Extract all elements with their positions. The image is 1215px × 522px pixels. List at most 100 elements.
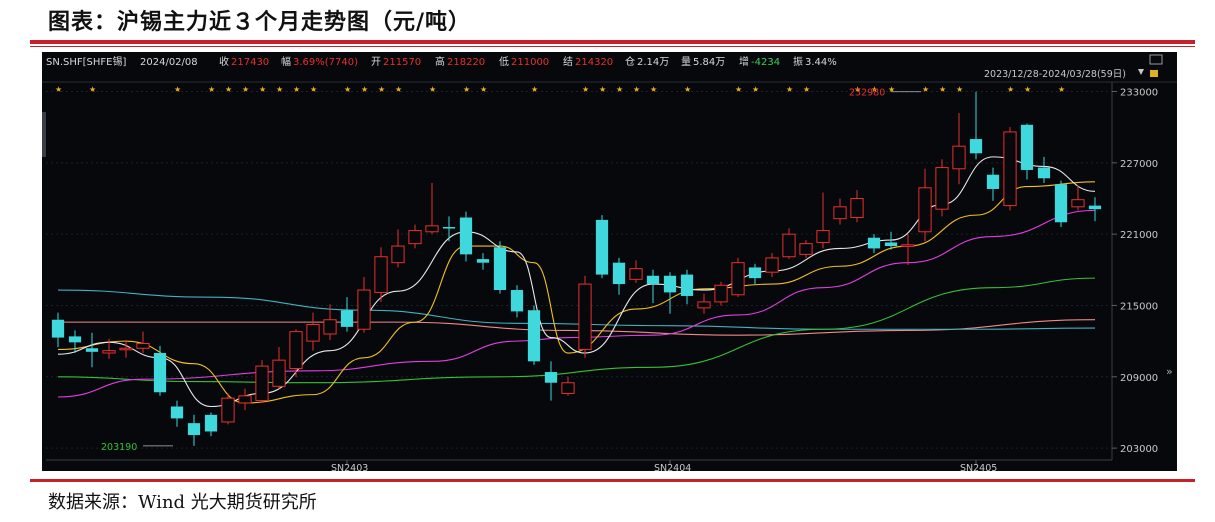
low-value: 211000 [511,57,549,68]
candle-body-down [68,336,82,343]
event-star: ★ [378,85,385,94]
candle-body-up [238,395,252,404]
candle-body-down [884,242,898,247]
candle-body-down [442,227,456,229]
event-star: ★ [208,85,215,94]
candle-body-down [1037,167,1051,179]
svg-text:幅: 幅 [281,55,291,68]
candle [969,91,983,160]
range-dropdown-icon[interactable] [1138,69,1144,75]
candle-body-up [374,256,388,293]
svg-text:收: 收 [219,55,229,68]
candle-body-up [952,145,966,170]
candle-body-down [459,217,473,255]
candle-body-down [527,310,541,362]
candle [51,312,65,348]
candle-body-up [578,283,592,350]
candle [646,269,660,304]
x-tick-label: SN2405 [960,463,997,471]
event-star: ★ [1024,85,1031,94]
svg-text:振: 振 [793,55,803,68]
candle-body-down [986,174,1000,189]
event-star: ★ [480,85,487,94]
ma-line-ma120 [58,319,1096,336]
candle [782,228,796,260]
candle-body-up [901,244,915,247]
candle-body-down [1088,205,1102,210]
settle-value: 214320 [575,57,613,68]
candle-body-up [306,323,320,342]
candles [51,91,1102,446]
candle [153,345,167,396]
candle-body-up [272,359,286,387]
date-range[interactable]: 2023/12/28-2024/03/28(59日) [984,69,1126,80]
event-star: ★ [616,85,623,94]
candle [765,253,779,277]
candle [595,215,609,279]
candle [799,240,813,258]
lock-icon[interactable] [1150,70,1158,77]
candle [663,272,677,314]
svg-text:结: 结 [563,55,573,68]
candle-body-up [697,301,711,309]
candle [493,241,507,294]
event-star: ★ [888,85,895,94]
candle-body-up [391,245,405,264]
date-label: 2024/02/08 [140,57,198,68]
title-rule-thin [30,46,1195,47]
candle-body-down [187,423,201,436]
candle-body-down [340,310,354,327]
candle [561,376,575,396]
candle [85,332,99,368]
candle [833,198,847,225]
candle-body-up [629,268,643,280]
open-value: 211570 [383,57,421,68]
candlestick-chart[interactable]: SN.SHF[SHFE锡] 2024/02/08 收 217430 幅 3.69… [42,52,1177,474]
candle-body-down [51,319,65,338]
event-star: ★ [633,85,640,94]
candle-body-down [1020,124,1034,170]
candle [340,297,354,332]
candle [1088,197,1102,222]
candle-body-down [204,414,218,432]
event-star: ★ [786,85,793,94]
y-tick-label: 203000 [1120,444,1158,455]
high-value: 218220 [447,57,485,68]
svg-text:量: 量 [681,56,691,68]
candle [816,192,830,249]
candle [1054,180,1068,228]
candle [476,253,490,270]
event-star: ★ [344,85,351,94]
candle-body-up [408,230,422,245]
event-star: ★ [293,85,300,94]
event-star: ★ [395,85,402,94]
event-star: ★ [582,85,589,94]
ma-line-ma20 [57,209,1096,398]
window-icon[interactable] [1149,54,1163,65]
event-star: ★ [650,85,657,94]
candle-body-up [935,167,949,210]
info-bar: SN.SHF[SHFE锡] 2024/02/08 收 217430 幅 3.69… [46,55,837,68]
oi-value: 2.14万 [637,57,669,68]
left-scroll-handle[interactable] [42,112,46,157]
candle-body-up [731,262,745,296]
candle [578,275,592,358]
event-star: ★ [429,85,436,94]
candle [289,329,303,377]
expand-right-icon[interactable]: » [1166,365,1173,378]
candle-body-down [612,262,626,285]
candle [119,339,133,358]
candle-body-down [663,275,677,293]
x-tick-label: SN2404 [654,463,691,471]
y-tick-label: 227000 [1120,159,1158,170]
event-star: ★ [1007,85,1014,94]
candle-body-up [765,257,779,273]
candle [952,112,966,185]
event-star: ★ [922,85,929,94]
ma-line-ma60 [57,289,1096,330]
candle [272,347,286,389]
candle [408,224,422,249]
event-star: ★ [1058,85,1065,94]
event-star: ★ [310,85,317,94]
swing-value: 3.44% [805,57,837,68]
